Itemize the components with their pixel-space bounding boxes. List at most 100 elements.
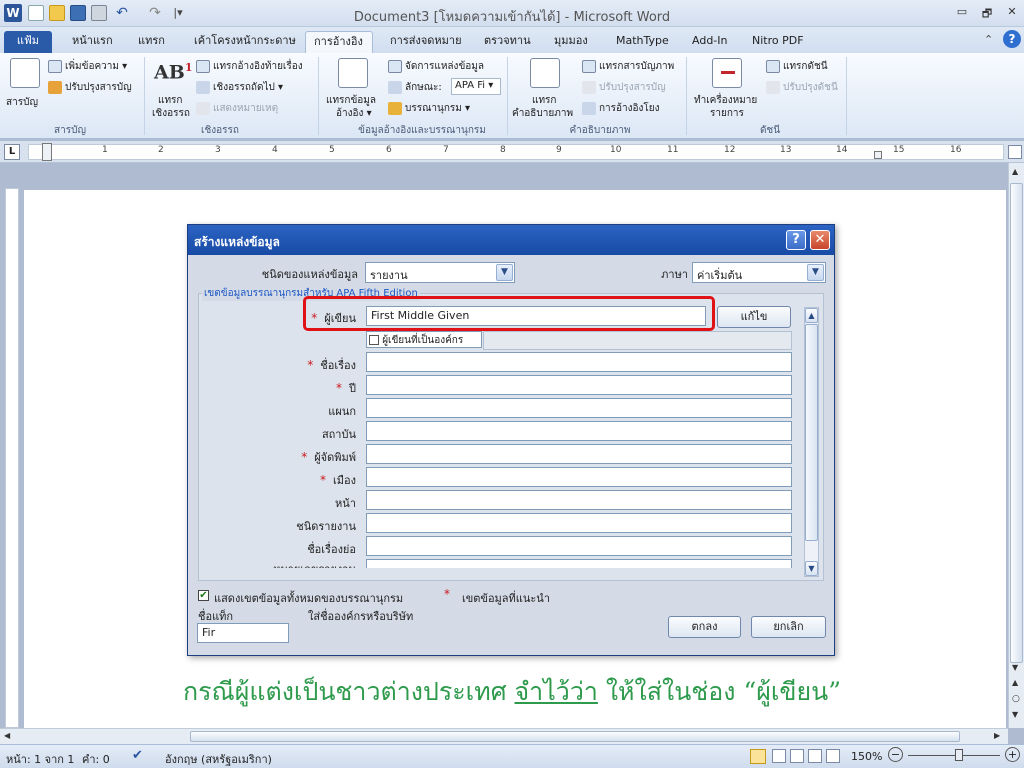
update-table-button[interactable]: ปรับปรุงสารบัญ bbox=[582, 80, 666, 95]
insert-citation-icon[interactable] bbox=[338, 58, 368, 88]
draft-view-icon[interactable] bbox=[826, 749, 840, 763]
zoom-out-icon[interactable]: − bbox=[888, 747, 903, 762]
tab-nitro-pdf[interactable]: Nitro PDF bbox=[744, 31, 812, 53]
tab-insert[interactable]: แทรก bbox=[130, 31, 173, 53]
web-layout-view-icon[interactable] bbox=[790, 749, 804, 763]
edit-author-button[interactable]: แก้ไข bbox=[717, 306, 791, 328]
mark-entry-label-2[interactable]: รายการ bbox=[710, 106, 744, 121]
show-notes-button[interactable]: แสดงหมายเหตุ bbox=[196, 101, 278, 116]
insert-index-button[interactable]: แทรกดัชนี bbox=[766, 59, 828, 74]
ribbon-collapse-icon[interactable]: ⌃ bbox=[984, 33, 993, 46]
dialog-help-button[interactable]: ? bbox=[786, 230, 806, 250]
insert-caption-label-2[interactable]: คำอธิบายภาพ bbox=[512, 106, 573, 121]
cancel-button[interactable]: ยกเลิก bbox=[751, 616, 826, 638]
tab-add-in[interactable]: Add-In bbox=[684, 31, 735, 53]
horizontal-ruler[interactable]: L 1 2 3 4 5 6 7 8 9 10 11 12 13 14 15 16 bbox=[0, 141, 1024, 163]
view-ruler-icon[interactable] bbox=[1008, 145, 1022, 159]
field-city[interactable] bbox=[366, 467, 792, 487]
update-index-button[interactable]: ปรับปรุงดัชนี bbox=[766, 80, 838, 95]
cross-reference-button[interactable]: การอ้างอิงโยง bbox=[582, 101, 660, 116]
field-publisher[interactable] bbox=[366, 444, 792, 464]
bibliography-button[interactable]: บรรณานุกรม ▾ bbox=[388, 101, 470, 116]
toc-button-label[interactable]: สารบัญ bbox=[6, 95, 38, 110]
table-of-contents-icon[interactable] bbox=[10, 58, 40, 88]
field-department[interactable] bbox=[366, 398, 792, 418]
word-count[interactable]: คำ: 0 bbox=[82, 750, 110, 768]
language-status[interactable]: อังกฤษ (สหรัฐอเมริกา) bbox=[165, 750, 272, 768]
help-icon[interactable]: ? bbox=[1003, 30, 1021, 48]
insert-footnote-label-2[interactable]: เชิงอรรถ bbox=[152, 106, 190, 121]
corporate-author-checkbox[interactable]: ผู้เขียนที่เป็นองค์กร bbox=[366, 331, 482, 348]
horizontal-scroll-thumb[interactable] bbox=[190, 731, 960, 742]
group-separator bbox=[846, 57, 847, 135]
scroll-up-icon[interactable]: ▲ bbox=[805, 308, 818, 323]
zoom-slider-thumb[interactable] bbox=[955, 749, 963, 761]
scroll-thumb[interactable] bbox=[1010, 183, 1023, 663]
field-report-type[interactable] bbox=[366, 513, 792, 533]
field-short-title[interactable] bbox=[366, 536, 792, 556]
insert-endnote-button[interactable]: แทรกอ้างอิงท้ายเรื่อง bbox=[196, 59, 303, 74]
tab-home[interactable]: หน้าแรก bbox=[64, 31, 121, 53]
add-text-button[interactable]: เพิ่มข้อความ ▾ bbox=[48, 59, 127, 74]
full-screen-view-icon[interactable] bbox=[772, 749, 786, 763]
close-window-button[interactable]: ✕ bbox=[1002, 5, 1022, 21]
field-label-report-number: หมายเลขรายงาน bbox=[248, 560, 356, 568]
caption-underlined: จำไว้ว่า bbox=[514, 677, 598, 706]
update-toc-button[interactable]: ปรับปรุงสารบัญ bbox=[48, 80, 132, 95]
fields-scroll-thumb[interactable] bbox=[805, 324, 818, 541]
scroll-up-icon[interactable]: ▲ bbox=[1012, 167, 1018, 176]
field-year[interactable] bbox=[366, 375, 792, 395]
field-label-report-type: ชนิดรายงาน bbox=[296, 520, 356, 533]
scroll-down-icon[interactable]: ▼ bbox=[1012, 663, 1018, 672]
field-pages[interactable] bbox=[366, 490, 792, 510]
zoom-level[interactable]: 150% bbox=[851, 750, 882, 763]
scroll-left-icon[interactable]: ◀ bbox=[4, 731, 10, 740]
next-footnote-button[interactable]: เชิงอรรถถัดไป ▾ bbox=[196, 80, 283, 95]
tag-name-field[interactable]: Fir bbox=[197, 623, 289, 643]
field-report-number[interactable] bbox=[366, 559, 792, 568]
field-label-short-title: ชื่อเรื่องย่อ bbox=[307, 543, 356, 556]
scroll-down-icon[interactable]: ▼ bbox=[805, 561, 818, 576]
outline-view-icon[interactable] bbox=[808, 749, 822, 763]
zoom-slider-track[interactable] bbox=[908, 755, 1000, 756]
minimize-button[interactable]: ▭ bbox=[952, 5, 972, 21]
tab-file[interactable]: แฟ้ม bbox=[4, 31, 52, 53]
restore-button[interactable]: 🗗 bbox=[977, 5, 997, 21]
style-icon bbox=[388, 80, 402, 94]
dialog-title: สร้างแหล่งข้อมูล bbox=[194, 235, 280, 249]
ok-button[interactable]: ตกลง bbox=[668, 616, 741, 638]
language-dropdown[interactable]: ค่าเริ่มต้น ▼ bbox=[692, 262, 826, 283]
tab-page-layout[interactable]: เค้าโครงหน้ากระดาษ bbox=[186, 31, 304, 53]
group-label-captions: คำอธิบายภาพ bbox=[569, 125, 631, 136]
insert-caption-icon[interactable] bbox=[530, 58, 560, 88]
tab-mathtype[interactable]: MathType bbox=[608, 31, 677, 53]
show-all-fields-checkbox[interactable]: ✔ bbox=[198, 590, 209, 601]
manage-sources-button[interactable]: จัดการแหล่งข้อมูล bbox=[388, 59, 484, 74]
mark-entry-icon[interactable] bbox=[712, 58, 742, 88]
tab-review[interactable]: ตรวจทาน bbox=[476, 31, 539, 53]
tab-mailings[interactable]: การส่งจดหมาย bbox=[382, 31, 470, 53]
proofing-icon[interactable]: ✔ bbox=[132, 748, 143, 763]
indent-marker-icon[interactable] bbox=[42, 143, 52, 161]
source-type-dropdown[interactable]: รายงาน ▼ bbox=[365, 262, 515, 283]
zoom-in-icon[interactable]: + bbox=[1005, 747, 1020, 762]
field-title[interactable] bbox=[366, 352, 792, 372]
scroll-right-icon[interactable]: ▶ bbox=[994, 731, 1000, 740]
right-indent-marker-icon[interactable] bbox=[874, 151, 882, 159]
tab-references[interactable]: การอ้างอิง bbox=[305, 31, 373, 53]
insert-table-of-figures-button[interactable]: แทรกสารบัญภาพ bbox=[582, 59, 674, 74]
insert-citation-label-2[interactable]: อ้างอิง ▾ bbox=[336, 106, 372, 121]
dialog-title-bar[interactable]: สร้างแหล่งข้อมูล ? ✕ bbox=[188, 225, 834, 255]
style-dropdown[interactable]: APA Fi ▾ bbox=[451, 78, 501, 95]
group-label-toc: สารบัญ bbox=[54, 125, 86, 136]
page-count[interactable]: หน้า: 1 จาก 1 bbox=[6, 750, 74, 768]
tab-view[interactable]: มุมมอง bbox=[546, 31, 596, 53]
vertical-ruler[interactable] bbox=[5, 188, 19, 728]
field-institution[interactable] bbox=[366, 421, 792, 441]
corporate-author-field[interactable] bbox=[483, 331, 792, 350]
tab-selector[interactable]: L bbox=[4, 144, 20, 160]
print-layout-view-icon[interactable] bbox=[750, 749, 766, 764]
insert-footnote-icon[interactable]: AB1 bbox=[154, 61, 192, 83]
vertical-scrollbar[interactable]: ▲ ▼ ▲ ○ ▼ bbox=[1008, 163, 1024, 728]
dialog-close-button[interactable]: ✕ bbox=[810, 230, 830, 250]
